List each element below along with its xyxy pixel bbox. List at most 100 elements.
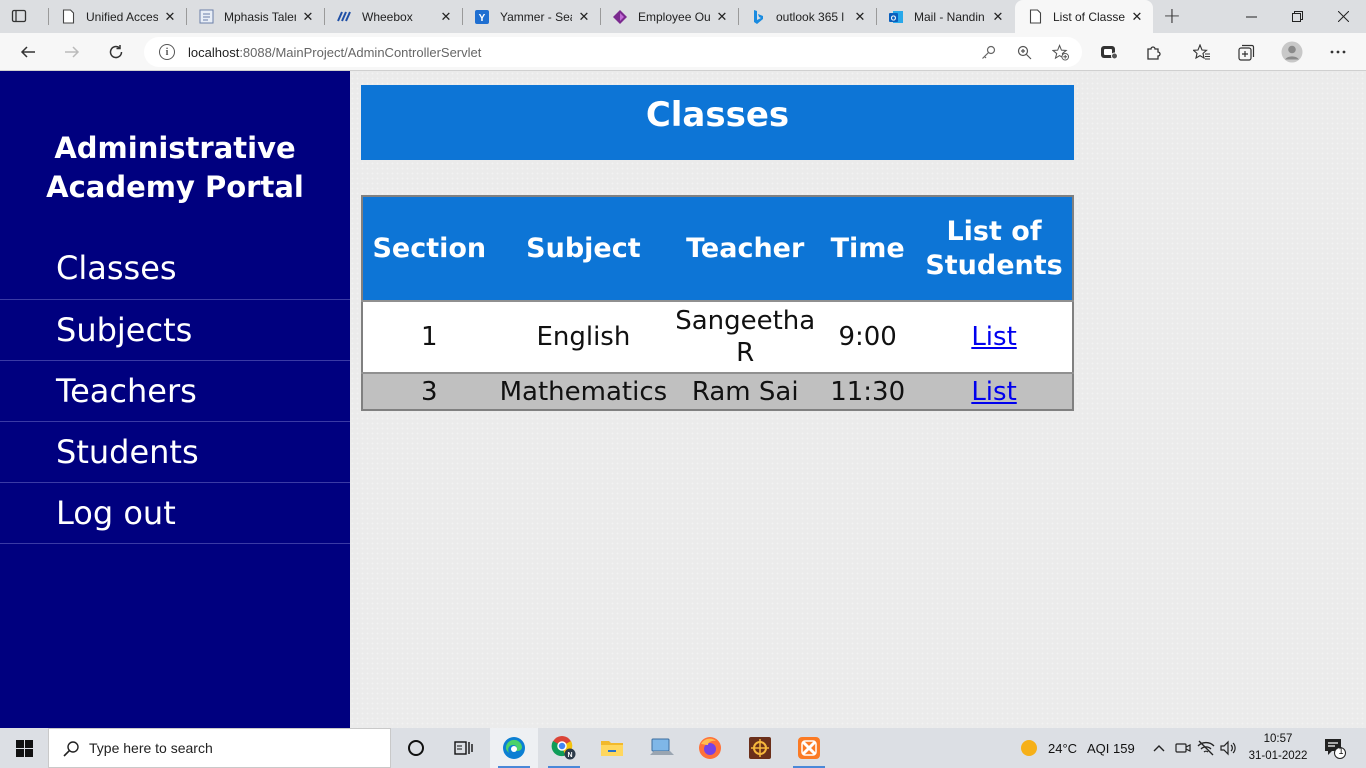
back-icon[interactable] xyxy=(14,38,42,66)
close-tab-icon[interactable]: ✕ xyxy=(576,9,592,25)
tab-separator xyxy=(876,8,877,25)
cell-time: 9:00 xyxy=(819,301,917,374)
svg-text:O: O xyxy=(891,15,897,22)
sidebar: Administrative Academy Portal Classes Su… xyxy=(0,71,350,728)
url-text[interactable]: localhost:8088/MainProject/AdminControll… xyxy=(188,45,481,60)
browser-tab[interactable]: O Mail - Nandin ✕ xyxy=(876,0,1014,33)
url-host: localhost xyxy=(188,44,240,60)
clock-time: 10:57 xyxy=(1263,733,1293,745)
tab-separator xyxy=(324,8,325,25)
tab-separator xyxy=(600,8,601,25)
outlook-icon: O xyxy=(888,9,904,25)
firefox-icon[interactable] xyxy=(686,728,734,768)
more-menu-icon[interactable] xyxy=(1324,38,1352,66)
key-icon[interactable] xyxy=(980,44,997,61)
close-tab-icon[interactable]: ✕ xyxy=(714,9,730,25)
cell-students: List xyxy=(916,301,1073,374)
collections-badge-icon[interactable] xyxy=(1095,38,1123,66)
windows-start-icon[interactable] xyxy=(0,728,48,768)
forward-icon[interactable] xyxy=(58,38,86,66)
chrome-taskbar-icon[interactable]: N xyxy=(540,728,588,768)
sidebar-item-students[interactable]: Students xyxy=(0,422,350,483)
system-clock[interactable]: 10:57 31-01-2022 xyxy=(1242,731,1314,765)
close-window-button[interactable] xyxy=(1320,0,1366,33)
sidebar-item-teachers[interactable]: Teachers xyxy=(0,361,350,422)
classes-table: Section Subject Teacher Time List of Stu… xyxy=(361,195,1074,411)
close-tab-icon[interactable]: ✕ xyxy=(300,9,316,25)
minimize-button[interactable] xyxy=(1228,0,1274,33)
taskbar-search-box[interactable]: Type here to search xyxy=(48,728,391,768)
tab-actions-icon[interactable] xyxy=(10,7,28,25)
browser-tab[interactable]: Employee Ou ✕ xyxy=(600,0,738,33)
page-icon xyxy=(1027,9,1043,25)
browser-tab[interactable]: Mphasis Talen ✕ xyxy=(186,0,324,33)
svg-text:Y: Y xyxy=(479,13,486,24)
tab-title: Employee Ou xyxy=(638,9,710,24)
weather-temperature[interactable]: 24°C xyxy=(1048,728,1077,768)
close-tab-icon[interactable]: ✕ xyxy=(852,9,868,25)
sidebar-item-subjects[interactable]: Subjects xyxy=(0,300,350,361)
column-header-teacher: Teacher xyxy=(671,196,820,302)
add-favorite-icon[interactable] xyxy=(1052,44,1069,61)
cell-time: 11:30 xyxy=(819,373,917,410)
students-list-link[interactable]: List xyxy=(971,322,1016,352)
task-view-icon[interactable] xyxy=(440,728,488,768)
edge-taskbar-icon[interactable] xyxy=(490,728,538,768)
profile-avatar[interactable] xyxy=(1278,38,1306,66)
column-header-students: List of Students xyxy=(916,196,1073,302)
page-content: Administrative Academy Portal Classes Su… xyxy=(0,71,1366,728)
sidebar-item-logout[interactable]: Log out xyxy=(0,483,350,544)
chevron-up-icon[interactable] xyxy=(1150,739,1168,757)
column-header-subject: Subject xyxy=(495,196,672,302)
tab-title: Mail - Nandin xyxy=(914,9,985,24)
tab-title: Wheebox xyxy=(362,9,413,24)
windows-taskbar: Type here to search N 24°C AQI 159 10:57… xyxy=(0,728,1366,768)
search-placeholder: Type here to search xyxy=(89,740,213,756)
browser-tab[interactable]: outlook 365 l ✕ xyxy=(738,0,876,33)
cell-teacher: Ram Sai xyxy=(671,373,820,410)
notification-count: 1 xyxy=(1338,746,1344,756)
tab-title: Mphasis Talen xyxy=(224,9,296,24)
remote-desktop-icon[interactable] xyxy=(638,728,686,768)
students-list-link[interactable]: List xyxy=(971,377,1016,407)
restore-button[interactable] xyxy=(1274,0,1320,33)
extensions-icon[interactable] xyxy=(1139,38,1167,66)
tab-title: outlook 365 l xyxy=(776,9,845,24)
refresh-icon[interactable] xyxy=(102,38,130,66)
browser-tab[interactable]: Wheebox ✕ xyxy=(324,0,462,33)
site-info-icon[interactable]: i xyxy=(159,44,175,60)
browser-tab[interactable]: Unified Acces ✕ xyxy=(48,0,186,33)
volume-icon[interactable] xyxy=(1220,739,1238,757)
new-tab-button[interactable]: + xyxy=(1160,4,1184,29)
column-header-section: Section xyxy=(362,196,496,302)
cortana-icon[interactable] xyxy=(392,728,440,768)
clock-date: 31-01-2022 xyxy=(1248,750,1308,762)
browser-tab-active[interactable]: List of Classes ✕ xyxy=(1015,0,1153,33)
tab-title: Yammer - Sea xyxy=(500,9,572,24)
url-path: :8088/MainProject/AdminControllerServlet xyxy=(239,44,482,60)
meet-now-icon[interactable] xyxy=(1174,739,1192,757)
bing-icon xyxy=(750,9,766,25)
app-icon[interactable] xyxy=(736,728,784,768)
address-bar[interactable]: i localhost:8088/MainProject/AdminContro… xyxy=(144,37,1082,67)
air-quality[interactable]: AQI 159 xyxy=(1087,728,1135,768)
file-explorer-icon[interactable] xyxy=(588,728,636,768)
browser-tab[interactable]: Y Yammer - Sea ✕ xyxy=(462,0,600,33)
notifications-icon[interactable]: 1 xyxy=(1324,737,1346,759)
close-tab-icon[interactable]: ✕ xyxy=(438,9,454,25)
close-tab-icon[interactable]: ✕ xyxy=(990,9,1006,25)
weather-sun-icon[interactable] xyxy=(1019,738,1039,758)
close-tab-icon[interactable]: ✕ xyxy=(1129,9,1145,25)
collections-icon[interactable] xyxy=(1232,38,1260,66)
sidebar-item-classes[interactable]: Classes xyxy=(0,239,350,300)
tab-title: Unified Acces xyxy=(86,9,158,24)
close-tab-icon[interactable]: ✕ xyxy=(162,9,178,25)
portal-title-line1: Administrative xyxy=(54,131,296,165)
xampp-icon[interactable] xyxy=(785,728,833,768)
favorites-icon[interactable] xyxy=(1188,38,1216,66)
cell-teacher: Sangeetha R xyxy=(671,301,820,374)
portal-title-line2: Academy Portal xyxy=(46,170,304,204)
zoom-icon[interactable] xyxy=(1016,44,1033,61)
network-icon[interactable] xyxy=(1197,739,1215,757)
page-title: Classes xyxy=(361,85,1074,160)
